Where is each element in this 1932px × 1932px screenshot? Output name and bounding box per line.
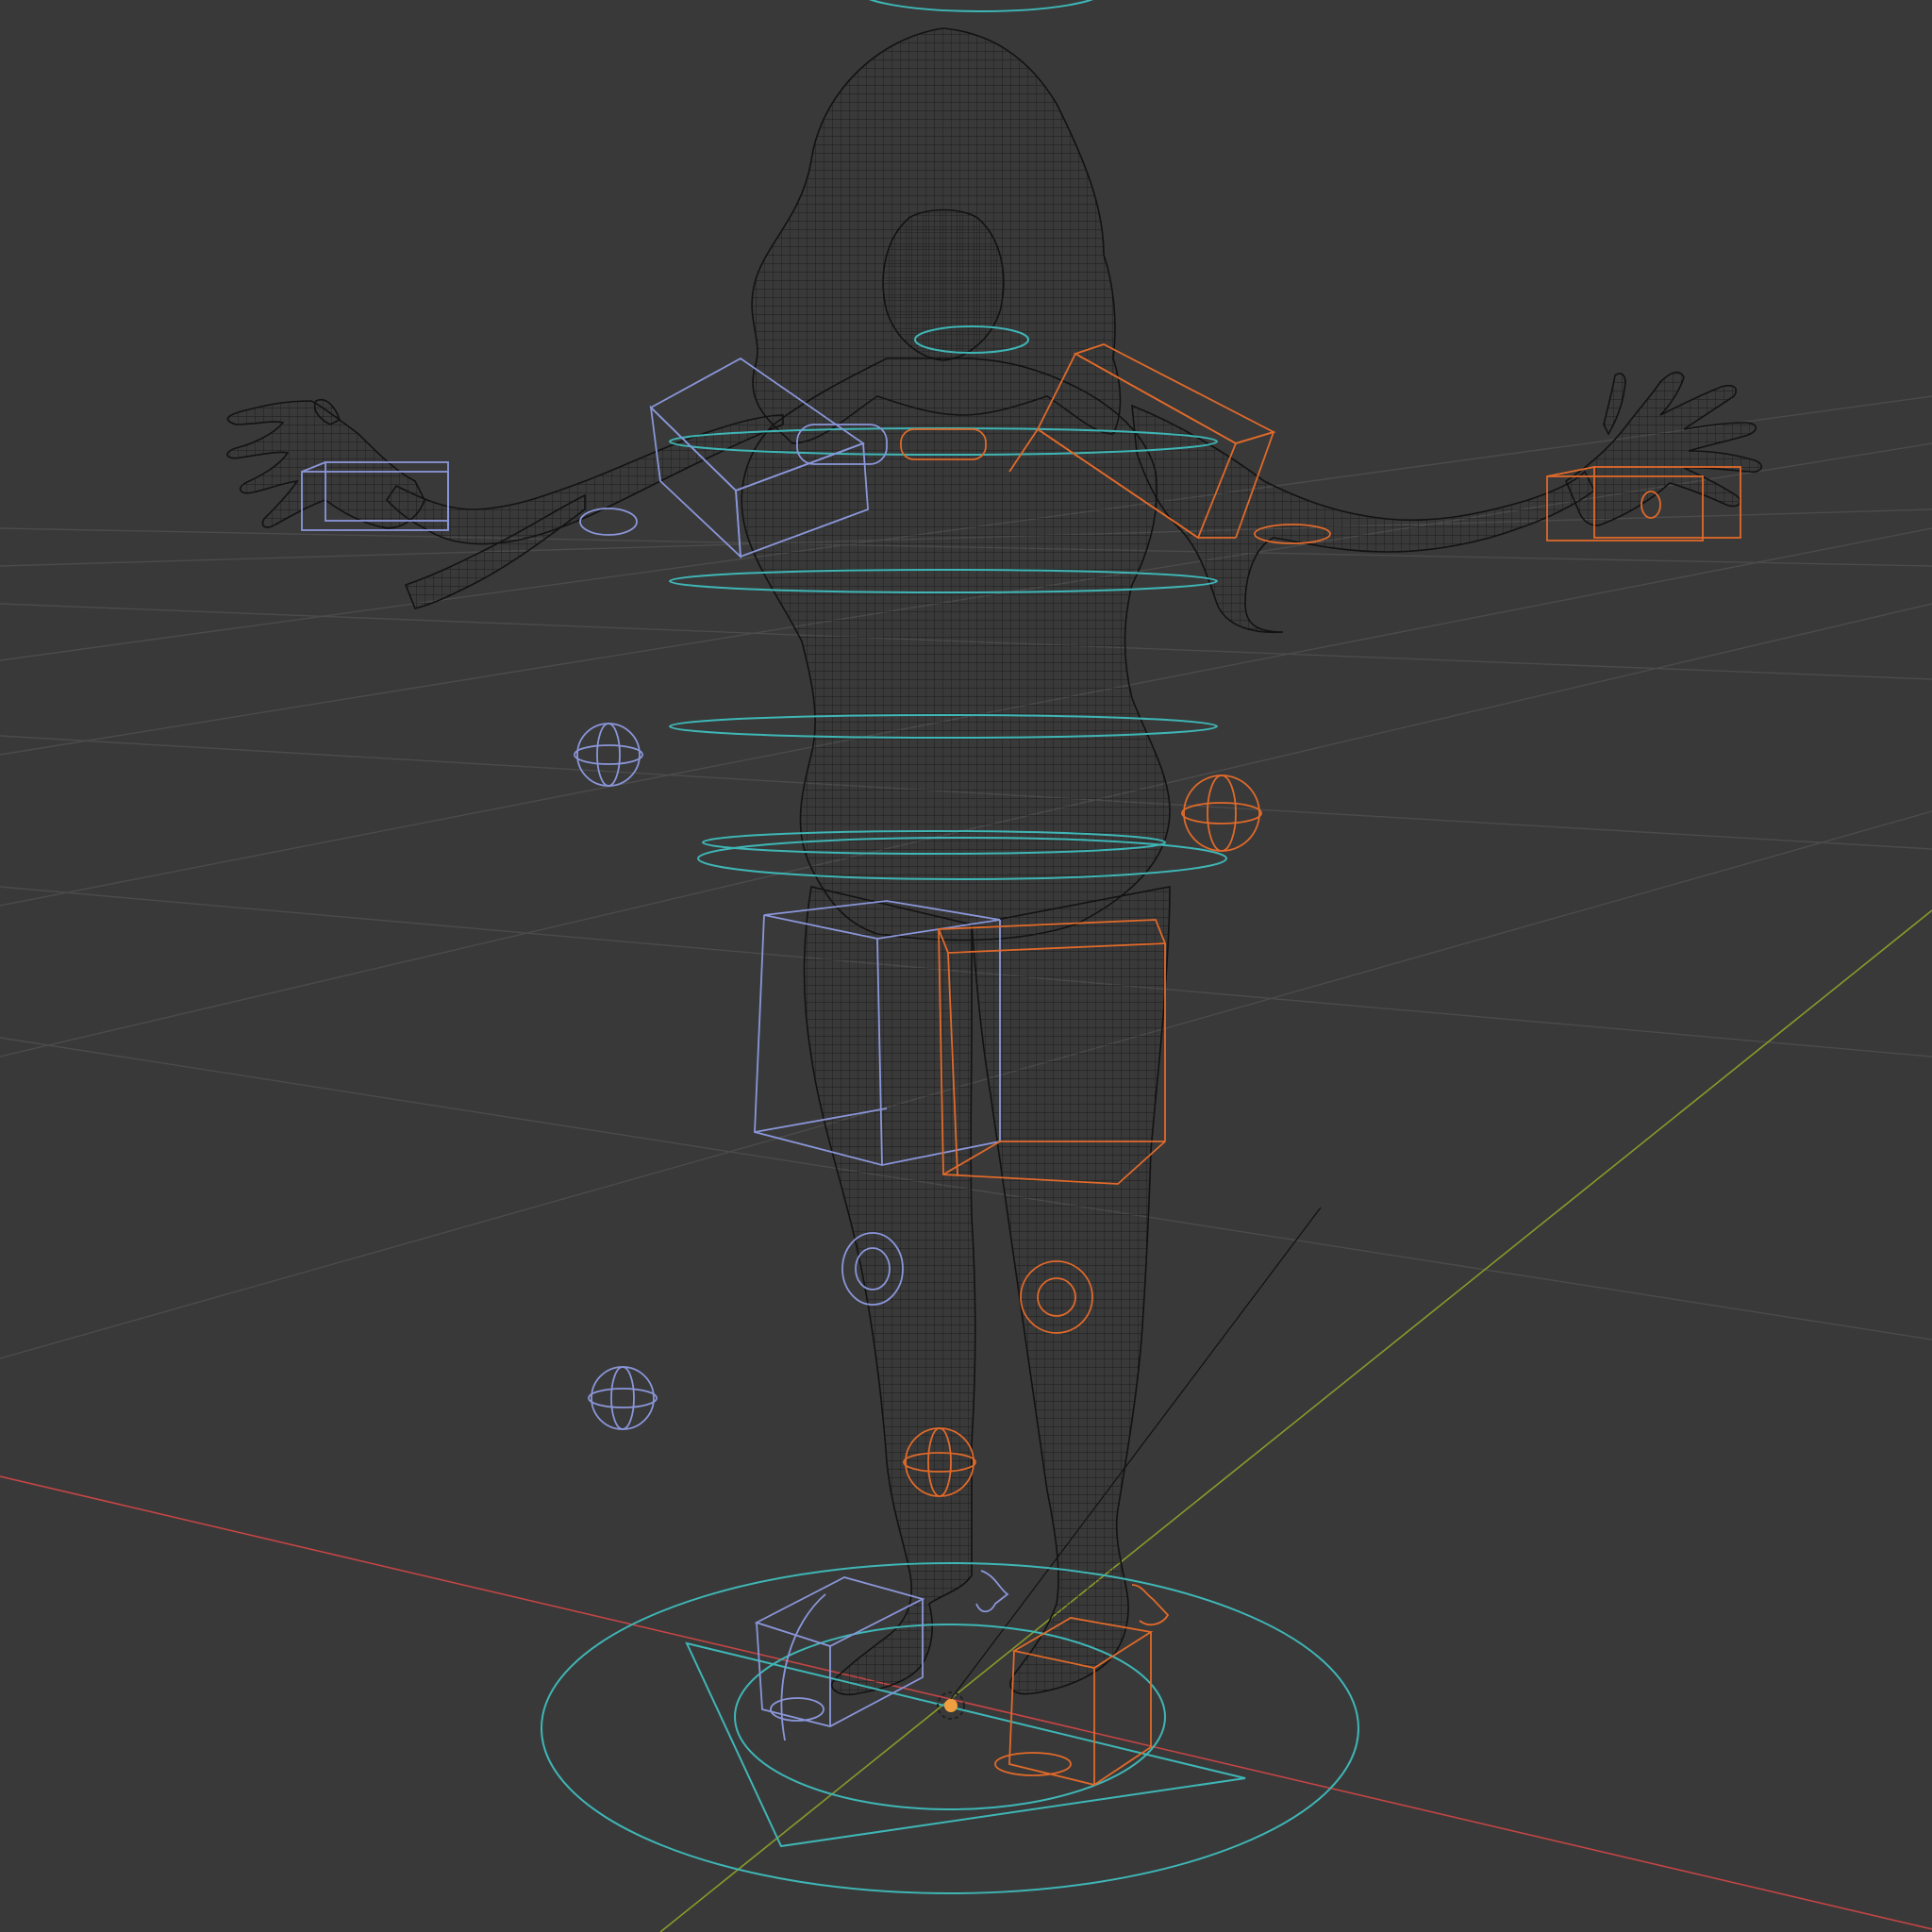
right-elbow-pole-control[interactable] — [1181, 774, 1262, 852]
3d-viewport[interactable] — [0, 0, 1932, 1932]
left-leg-mesh — [803, 886, 976, 1696]
right-thumb-mesh — [1603, 373, 1626, 436]
head-top-ring[interactable] — [858, 0, 1104, 12]
right-leg-mesh — [971, 886, 1171, 1695]
left-knee-pole-control[interactable] — [588, 1366, 658, 1430]
viewport-canvas[interactable] — [0, 0, 1932, 1932]
root-direction-triangle[interactable] — [685, 1641, 1246, 1848]
character-mesh[interactable] — [226, 27, 1762, 1696]
left-elbow-pole-control[interactable] — [574, 723, 643, 787]
right-hand-mesh — [1565, 371, 1762, 526]
right-arm-mesh — [1131, 404, 1596, 634]
root-outer-ring[interactable] — [541, 1562, 1359, 1894]
left-heel-control[interactable] — [975, 1570, 1009, 1613]
right-heel-control[interactable] — [1131, 1584, 1170, 1626]
face-mesh — [882, 208, 1005, 361]
left-elbow-control[interactable] — [579, 508, 638, 536]
